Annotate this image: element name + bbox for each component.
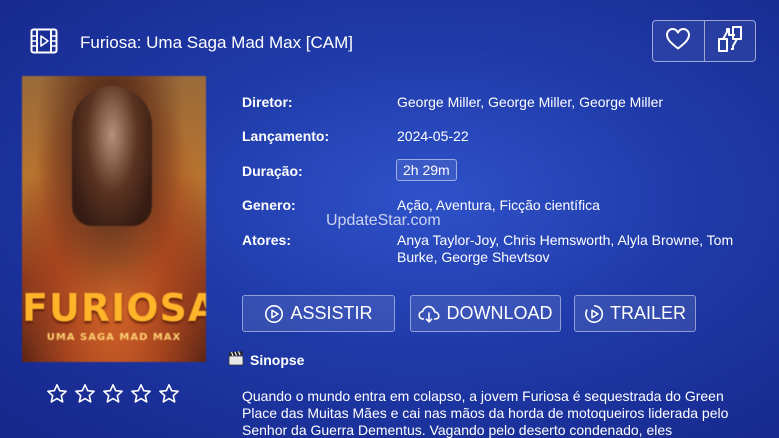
genre-value: Ação, Aventura, Ficção científica — [397, 197, 600, 213]
genre-label: Genero: — [242, 197, 296, 213]
star-icon[interactable] — [102, 383, 124, 405]
duration-label: Duração: — [242, 163, 303, 179]
star-icon[interactable] — [74, 383, 96, 405]
top-actions — [652, 20, 756, 62]
actors-label: Atores: — [242, 232, 292, 248]
star-icon[interactable] — [46, 383, 68, 405]
share-button[interactable] — [703, 21, 756, 61]
movie-poster: FURIOSA UMA SAGA MAD MAX — [22, 76, 206, 362]
cloud-download-icon — [418, 304, 441, 324]
director-value: George Miller, George Miller, George Mil… — [397, 94, 664, 110]
poster-subtitle: UMA SAGA MAD MAX — [46, 332, 182, 343]
director-label: Diretor: — [242, 94, 293, 110]
duration-badge: 2h 29m — [396, 159, 457, 181]
synopsis-text: Quando o mundo entra em colapso, a jovem… — [242, 388, 729, 438]
star-icon[interactable] — [158, 383, 180, 405]
film-icon — [30, 28, 58, 54]
download-button[interactable]: DOWNLOAD — [410, 295, 561, 332]
release-label: Lançamento: — [242, 128, 330, 144]
play-icon — [264, 304, 284, 324]
watch-button[interactable]: ASSISTIR — [242, 295, 395, 332]
actors-value: Anya Taylor-Joy, Chris Hemsworth, Alyla … — [397, 232, 734, 265]
watch-button-label: ASSISTIR — [290, 303, 373, 323]
star-icon[interactable] — [130, 383, 152, 405]
trailer-play-icon — [584, 304, 604, 324]
clapperboard-icon — [228, 350, 244, 369]
trailer-button-label: TRAILER — [609, 303, 687, 323]
poster-figure — [72, 86, 152, 226]
synopsis-heading: Sinopse — [228, 350, 304, 369]
page-title: Furiosa: Uma Saga Mad Max [CAM] — [80, 33, 354, 52]
share-icon — [716, 25, 744, 57]
heart-icon — [665, 27, 691, 56]
poster-title: FURIOSA — [22, 286, 206, 330]
favorite-button[interactable] — [653, 21, 704, 61]
download-button-label: DOWNLOAD — [446, 303, 553, 323]
release-value: 2024-05-22 — [397, 128, 469, 144]
rating-stars — [46, 383, 180, 405]
synopsis-heading-label: Sinopse — [250, 351, 305, 368]
trailer-button[interactable]: TRAILER — [574, 295, 696, 332]
watermark: UpdateStar.com — [326, 212, 441, 229]
